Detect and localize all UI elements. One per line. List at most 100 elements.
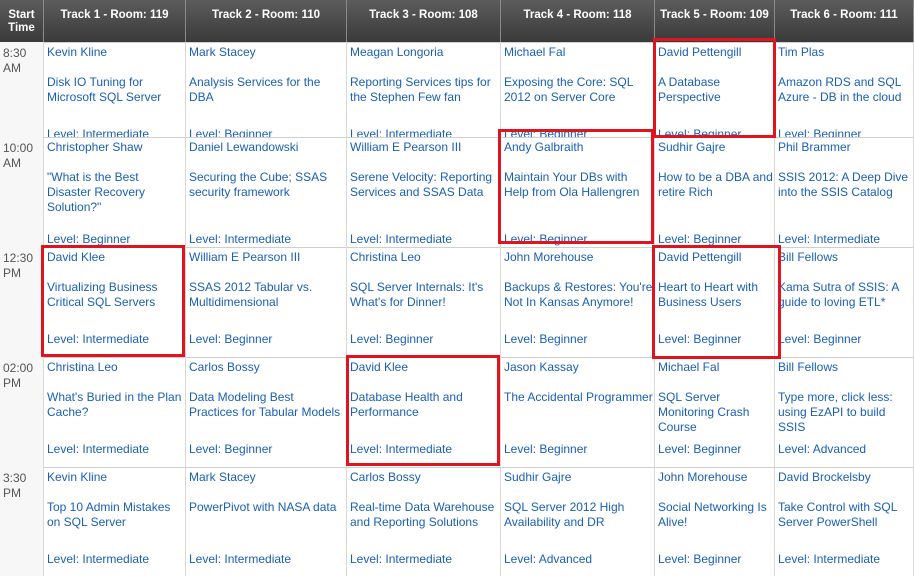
time-slot-label: 10:00 AM xyxy=(0,137,44,247)
session-level: Level: Beginner xyxy=(658,442,742,456)
session-cell: Jason Kassay The Accidental Programmer Lev… xyxy=(501,357,655,467)
session-level: Level: Beginner xyxy=(350,332,434,346)
session-speaker-link[interactable]: David Klee xyxy=(47,250,185,265)
session-speaker-link[interactable]: Carlos Bossy xyxy=(350,470,500,485)
session-title-link[interactable]: Type more, click less: using EzAPI to bu… xyxy=(778,390,913,435)
session-title-link[interactable]: Real-time Data Warehouse and Reporting S… xyxy=(350,500,500,530)
header-track-3: Track 3 - Room: 108 xyxy=(347,0,501,42)
session-cell: Bill Fellows Kama Sutra of SSIS: A guide … xyxy=(775,247,914,357)
session-speaker-link[interactable]: Bill Fellows xyxy=(778,250,913,265)
session-title-link[interactable]: PowerPivot with NASA data xyxy=(189,500,346,515)
session-title-link[interactable]: Serene Velocity: Reporting Services and … xyxy=(350,170,500,200)
session-cell: David Klee Database Health and Performanc… xyxy=(347,357,501,467)
session-title-link[interactable]: Securing the Cube; SSAS security framewo… xyxy=(189,170,346,200)
session-speaker-link[interactable]: David Pettengill xyxy=(658,45,774,60)
session-speaker-link[interactable]: Mark Stacey xyxy=(189,45,346,60)
session-speaker-link[interactable]: Bill Fellows xyxy=(778,360,913,375)
session-level: Level: Intermediate xyxy=(350,552,453,566)
session-title-link[interactable]: Backups & Restores: You're Not In Kansas… xyxy=(504,280,654,310)
session-cell: Mark Stacey PowerPivot with NASA data Leve… xyxy=(186,467,347,576)
session-title-link[interactable]: Data Modeling Best Practices for Tabular… xyxy=(189,390,346,420)
session-title-link[interactable]: SQL Server Internals: It's What's for Di… xyxy=(350,280,500,310)
schedule-grid: Start Time Track 1 - Room: 119 Track 2 - R… xyxy=(0,0,914,576)
session-title-link[interactable]: A Database Perspective xyxy=(658,75,774,105)
session-speaker-link[interactable]: Christopher Shaw xyxy=(47,140,185,155)
session-title-link[interactable]: Database Health and Performance xyxy=(350,390,500,420)
session-cell: David Pettengill A Database Perspective Le… xyxy=(655,42,775,137)
session-title-link[interactable]: SSIS 2012: A Deep Dive into the SSIS Cat… xyxy=(778,170,913,200)
session-level: Level: Intermediate xyxy=(47,127,150,137)
session-speaker-link[interactable]: David Brockelsby xyxy=(778,470,913,485)
session-title-link[interactable]: The Accidental Programmer xyxy=(504,390,654,405)
session-title-link[interactable]: Analysis Services for the DBA xyxy=(189,75,346,105)
session-cell: Michael Fal Exposing the Core: SQL 2012 o… xyxy=(501,42,655,137)
session-title-link[interactable]: SSAS 2012 Tabular vs. Multidimensional xyxy=(189,280,346,310)
session-cell: Sudhir Gajre SQL Server 2012 High Availab… xyxy=(501,467,655,576)
session-title-link[interactable]: Amazon RDS and SQL Azure - DB in the clo… xyxy=(778,75,913,105)
session-speaker-link[interactable]: Daniel Lewandowski xyxy=(189,140,346,155)
session-level: Level: Intermediate xyxy=(47,332,150,346)
session-title-link[interactable]: Top 10 Admin Mistakes on SQL Server xyxy=(47,500,185,530)
session-speaker-link[interactable]: Tim Plas xyxy=(778,45,913,60)
session-speaker-link[interactable]: Kevin Kline xyxy=(47,470,185,485)
session-speaker-link[interactable]: Michael Fal xyxy=(504,45,654,60)
session-speaker-link[interactable]: Phil Brammer xyxy=(778,140,913,155)
session-speaker-link[interactable]: Kevin Kline xyxy=(47,45,185,60)
session-title-link[interactable]: Reporting Services tips for the Stephen … xyxy=(350,75,500,105)
session-speaker-link[interactable]: David Klee xyxy=(350,360,500,375)
session-speaker-link[interactable]: Christina Leo xyxy=(47,360,185,375)
header-track-1: Track 1 - Room: 119 xyxy=(44,0,186,42)
session-cell: Mark Stacey Analysis Services for the DBA… xyxy=(186,42,347,137)
session-title-link[interactable]: Heart to Heart with Business Users xyxy=(658,280,774,310)
session-speaker-link[interactable]: Michael Fal xyxy=(658,360,774,375)
session-title-link[interactable]: Take Control with SQL Server PowerShell xyxy=(778,500,913,530)
session-title-link[interactable]: Social Networking Is Alive! xyxy=(658,500,774,530)
session-cell: John Morehouse Backups & Restores: You're… xyxy=(501,247,655,357)
session-speaker-link[interactable]: Carlos Bossy xyxy=(189,360,346,375)
session-cell: Tim Plas Amazon RDS and SQL Azure - DB in… xyxy=(775,42,914,137)
session-level: Level: Beginner xyxy=(504,127,588,137)
session-speaker-link[interactable]: Jason Kassay xyxy=(504,360,654,375)
session-speaker-link[interactable]: Sudhir Gajre xyxy=(504,470,654,485)
session-cell: David Brockelsby Take Control with SQL Se… xyxy=(775,467,914,576)
session-speaker-link[interactable]: Christina Leo xyxy=(350,250,500,265)
header-track-5: Track 5 - Room: 109 xyxy=(655,0,775,42)
session-level: Level: Advanced xyxy=(778,442,867,456)
session-speaker-link[interactable]: John Morehouse xyxy=(658,470,774,485)
time-slot-label: 8:30 AM xyxy=(0,42,44,137)
session-speaker-link[interactable]: William E Pearson III xyxy=(350,140,500,155)
session-title-link[interactable]: Virtualizing Business Critical SQL Serve… xyxy=(47,280,185,310)
session-cell: Kevin Kline Top 10 Admin Mistakes on SQL … xyxy=(44,467,186,576)
session-level: Level: Intermediate xyxy=(189,232,292,246)
session-speaker-link[interactable]: Mark Stacey xyxy=(189,470,346,485)
session-cell: Phil Brammer SSIS 2012: A Deep Dive into … xyxy=(775,137,914,247)
session-cell: Daniel Lewandowski Securing the Cube; SSA… xyxy=(186,137,347,247)
session-speaker-link[interactable]: Sudhir Gajre xyxy=(658,140,774,155)
session-title-link[interactable]: "What is the Best Disaster Recovery Solu… xyxy=(47,170,185,215)
session-level: Level: Intermediate xyxy=(47,442,150,456)
session-title-link[interactable]: How to be a DBA and retire Rich xyxy=(658,170,774,200)
session-speaker-link[interactable]: William E Pearson III xyxy=(189,250,346,265)
session-title-link[interactable]: SQL Server Monitoring Crash Course xyxy=(658,390,774,435)
session-title-link[interactable]: Exposing the Core: SQL 2012 on Server Co… xyxy=(504,75,654,105)
session-speaker-link[interactable]: Andy Galbraith xyxy=(504,140,654,155)
session-level: Level: Intermediate xyxy=(350,127,453,137)
header-track-4: Track 4 - Room: 118 xyxy=(501,0,655,42)
session-speaker-link[interactable]: Meagan Longoria xyxy=(350,45,500,60)
session-cell: Bill Fellows Type more, click less: using… xyxy=(775,357,914,467)
session-level: Level: Beginner xyxy=(189,442,273,456)
session-title-link[interactable]: Maintain Your DBs with Help from Ola Hal… xyxy=(504,170,654,200)
session-title-link[interactable]: What's Buried in the Plan Cache? xyxy=(47,390,185,420)
session-cell: John Morehouse Social Networking Is Alive… xyxy=(655,467,775,576)
session-title-link[interactable]: Disk IO Tuning for Microsoft SQL Server xyxy=(47,75,185,105)
session-speaker-link[interactable]: John Morehouse xyxy=(504,250,654,265)
session-level: Level: Beginner xyxy=(189,127,273,137)
session-title-link[interactable]: Kama Sutra of SSIS: A guide to loving ET… xyxy=(778,280,913,310)
header-track-2: Track 2 - Room: 110 xyxy=(186,0,347,42)
session-level: Level: Intermediate xyxy=(350,442,453,456)
session-level: Level: Beginner xyxy=(778,332,862,346)
session-title-link[interactable]: SQL Server 2012 High Availability and DR xyxy=(504,500,654,530)
header-start-time: Start Time xyxy=(0,0,44,42)
session-speaker-link[interactable]: David Pettengill xyxy=(658,250,774,265)
session-cell: William E Pearson III SSAS 2012 Tabular v… xyxy=(186,247,347,357)
